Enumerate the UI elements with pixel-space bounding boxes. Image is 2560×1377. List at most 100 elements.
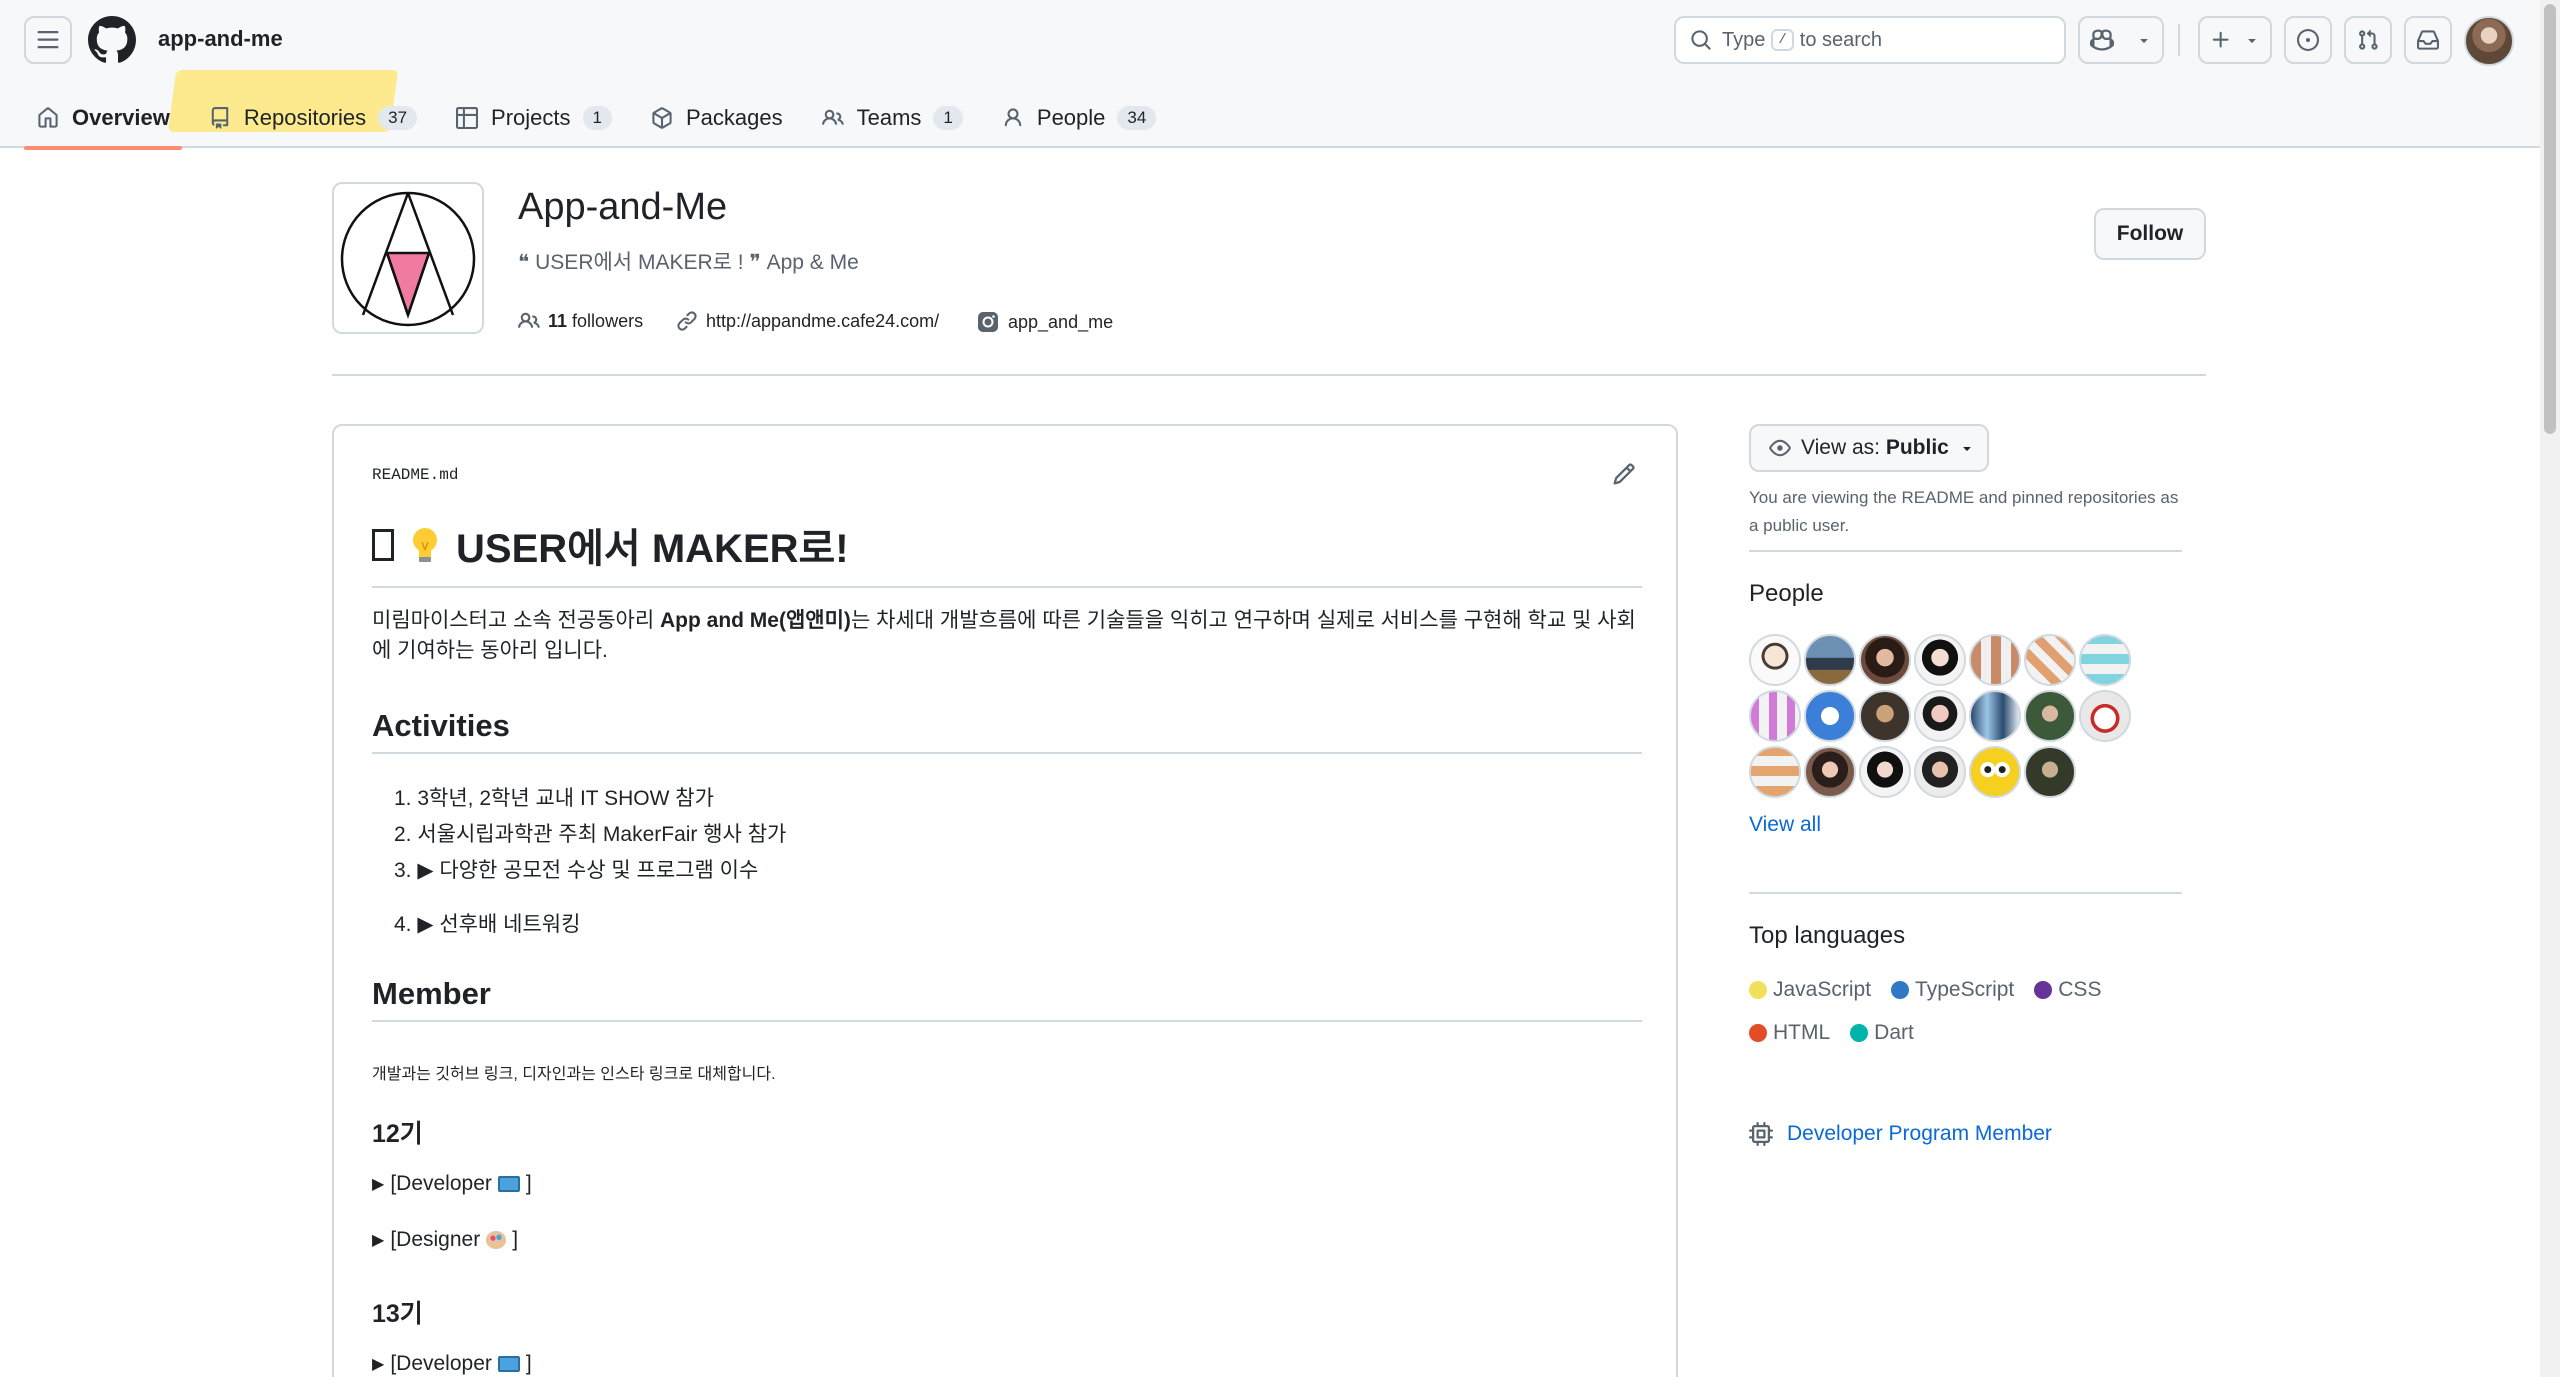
tab-counter: 37 [378, 106, 418, 130]
issues-button[interactable] [2284, 16, 2332, 64]
inbox-button[interactable] [2404, 16, 2452, 64]
tab-people[interactable]: People 34 [989, 88, 1168, 148]
tab-label: Packages [686, 105, 783, 130]
member-avatar[interactable] [2024, 690, 2076, 742]
intro-text-before: 미림마이스터고 소속 전공동아리 [372, 609, 660, 632]
copilot-button[interactable] [2078, 16, 2164, 64]
member-avatar[interactable] [1969, 634, 2021, 686]
readme-title-text: USER에서 MAKER로! [456, 527, 849, 571]
search-shortcut-key: / [1771, 29, 1794, 51]
pencil-icon[interactable] [1612, 462, 1636, 486]
member-avatar[interactable] [2079, 690, 2131, 742]
inbox-icon [2417, 30, 2439, 50]
lightbulb-icon [413, 528, 437, 562]
user-avatar[interactable] [2464, 16, 2514, 66]
member-avatar[interactable] [2079, 634, 2131, 686]
people-avatars [1749, 634, 2141, 798]
followers-link[interactable]: 11 followers [518, 310, 643, 332]
triangle-right-icon: ▶ [372, 1176, 385, 1193]
language-name: TypeScript [1915, 978, 2015, 1001]
member-heading: Member [372, 976, 1642, 1022]
issue-opened-icon [2297, 29, 2319, 51]
member-avatar[interactable] [1859, 690, 1911, 742]
tab-repositories[interactable]: Repositories 37 [196, 88, 429, 148]
instagram-icon [978, 312, 998, 332]
tab-projects[interactable]: Projects 1 [443, 88, 624, 148]
member-avatar[interactable] [1859, 634, 1911, 686]
language-item[interactable]: HTML [1749, 1021, 1830, 1045]
followers-label: followers [572, 310, 644, 331]
chevron-down-icon [1963, 447, 1971, 451]
member-avatar[interactable] [2024, 634, 2076, 686]
member-avatar[interactable] [1749, 746, 1801, 798]
table-icon [455, 106, 479, 130]
create-new-button[interactable] [2198, 16, 2272, 64]
activity-item: 2. 서울시립과학관 주최 MakerFair 행사 참가 [394, 823, 787, 846]
website-link[interactable]: http://appandme.cafe24.com/ [676, 310, 939, 332]
tab-overview[interactable]: Overview [24, 88, 182, 150]
language-item[interactable]: Dart [1850, 1021, 1914, 1045]
member-avatar[interactable] [1859, 746, 1911, 798]
member-avatar[interactable] [1914, 746, 1966, 798]
member-avatar[interactable] [1969, 746, 2021, 798]
instagram-link[interactable]: app_and_me [976, 310, 1113, 334]
bracket-close: ] [512, 1228, 519, 1251]
github-logo-icon[interactable] [88, 16, 136, 64]
developer-program-label: Developer Program Member [1787, 1122, 2052, 1145]
repo-icon [208, 106, 232, 130]
view-as-dropdown[interactable]: View as: Public [1749, 424, 1989, 472]
member-avatar[interactable] [1749, 634, 1801, 686]
org-description: ❝ USER에서 MAKER로 ! ❞ App & Me [518, 251, 859, 274]
language-color-dot [1891, 981, 1910, 999]
gen12-designer-toggle[interactable]: ▶ [Designer ] [372, 1228, 518, 1252]
member-avatar[interactable] [1804, 690, 1856, 742]
language-item[interactable]: TypeScript [1891, 978, 2014, 1002]
global-header: app-and-me Type / to search Overview Rep… [0, 0, 2560, 150]
header-org-title[interactable]: app-and-me [158, 26, 283, 52]
people-icon [518, 312, 540, 328]
search-placeholder-prefix: Type [1722, 28, 1766, 51]
tab-label: Teams [856, 105, 922, 130]
tab-counter: 1 [933, 106, 963, 130]
gen12-developer-toggle[interactable]: ▶ [Developer ] [372, 1172, 532, 1196]
tab-packages[interactable]: Packages [638, 88, 795, 148]
activity-item-collapsible[interactable]: 3. ▶ 다양한 공모전 수상 및 프로그램 이수 [394, 854, 758, 884]
member-avatar[interactable] [2024, 746, 2076, 798]
language-color-dot [1749, 981, 1767, 999]
activities-heading: Activities [372, 708, 1642, 754]
tab-teams[interactable]: Teams 1 [809, 88, 975, 148]
developer-program-link[interactable]: Developer Program Member [1749, 1122, 2052, 1146]
member-avatar[interactable] [1914, 690, 1966, 742]
language-color-dot [1749, 1024, 1767, 1042]
member-avatar[interactable] [1804, 634, 1856, 686]
org-nav-tabs: Overview Repositories 37 Projects 1 Pack… [24, 88, 1182, 150]
bracket-close: ] [525, 1172, 532, 1195]
triangle-right-icon: ▶ [372, 1232, 385, 1249]
member-avatar[interactable] [1969, 690, 2021, 742]
language-item[interactable]: CSS [2034, 978, 2101, 1002]
activity-item-collapsible[interactable]: 4. ▶ 선후배 네트워킹 [394, 908, 580, 938]
palette-icon [486, 1231, 507, 1249]
laptop-icon [497, 1176, 520, 1192]
language-name: JavaScript [1773, 978, 1872, 1001]
plus-icon [2212, 31, 2229, 48]
triangle-right-icon: ▶ [372, 1356, 385, 1373]
hamburger-icon [37, 31, 59, 49]
org-avatar [332, 182, 484, 334]
member-avatar[interactable] [1914, 634, 1966, 686]
search-input[interactable]: Type / to search [1674, 16, 2066, 64]
menu-button[interactable] [24, 16, 72, 64]
readme-intro: 미림마이스터고 소속 전공동아리 App and Me(앱앤미)는 차세대 개발… [372, 606, 1642, 666]
gen13-developer-toggle[interactable]: ▶ [Developer ] [372, 1352, 532, 1376]
scrollbar-thumb[interactable] [2544, 4, 2556, 434]
member-avatar[interactable] [1804, 746, 1856, 798]
pull-requests-button[interactable] [2344, 16, 2392, 64]
view-all-people-link[interactable]: View all [1749, 813, 1821, 837]
member-avatar[interactable] [1749, 690, 1801, 742]
language-color-dot [2034, 981, 2053, 999]
language-item[interactable]: JavaScript [1749, 978, 1871, 1002]
sidebar-divider [1749, 892, 2182, 894]
follow-button[interactable]: Follow [2094, 208, 2206, 260]
readme-card: README.md USER에서 MAKER로! 미림마이스터고 소속 전공동아… [332, 424, 1678, 1377]
bracket-close: ] [525, 1352, 532, 1375]
